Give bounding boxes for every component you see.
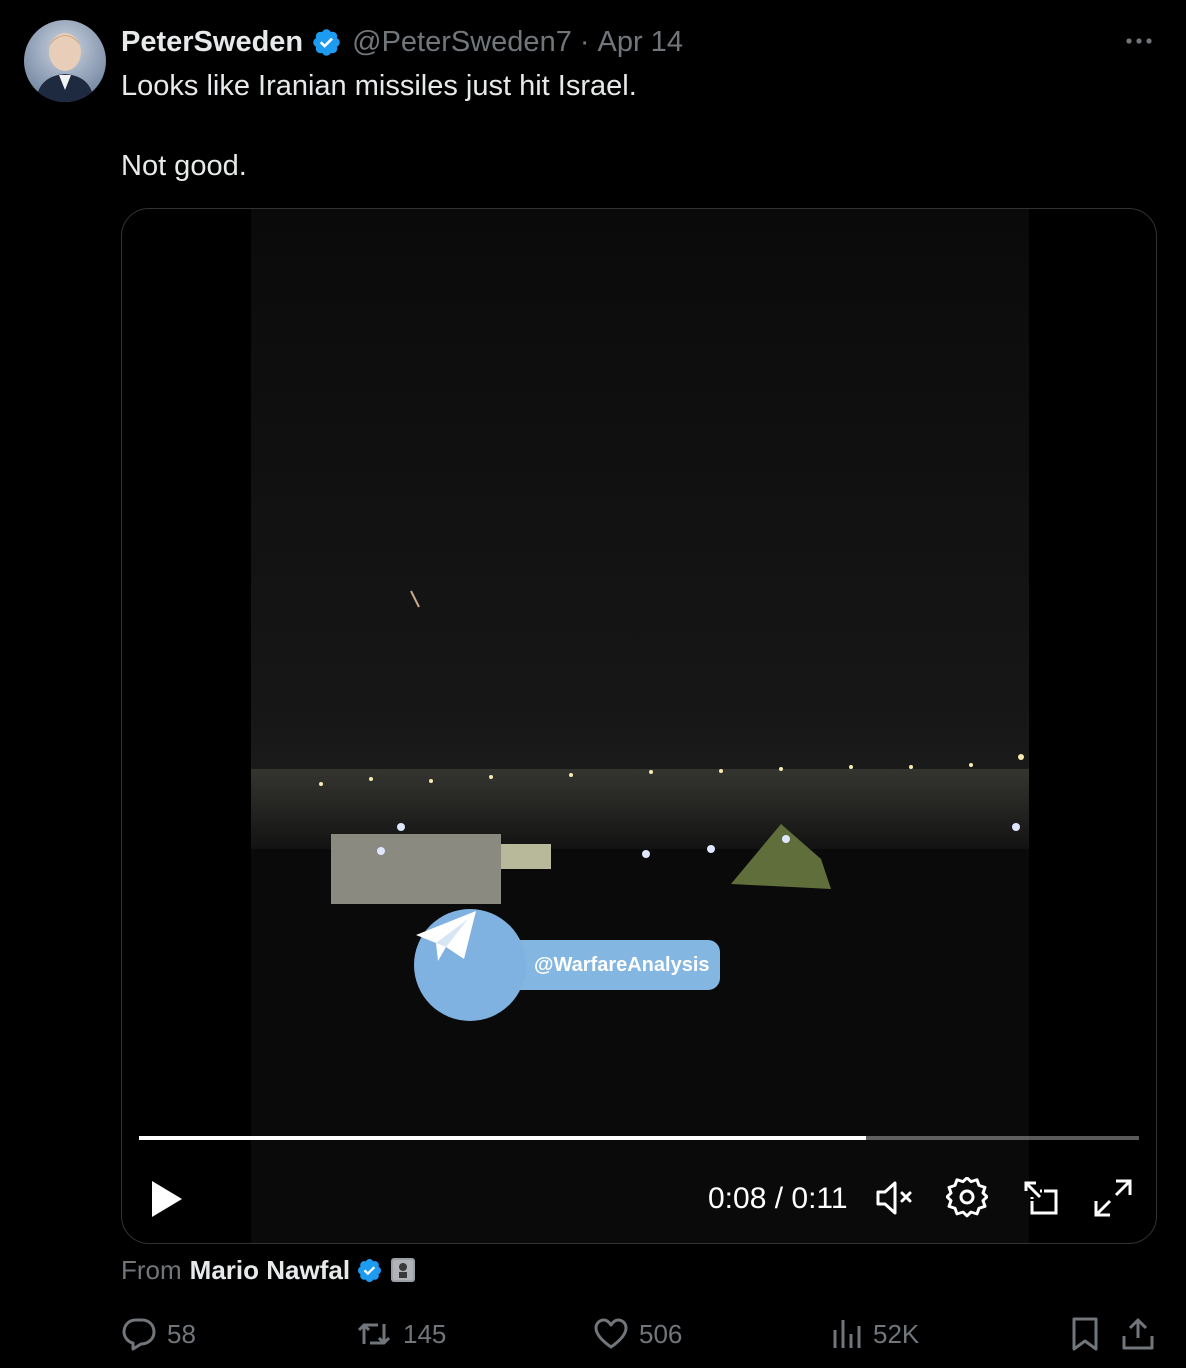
tweet-text: Looks like Iranian missiles just hit Isr… — [121, 66, 637, 186]
share-icon — [1122, 1318, 1154, 1350]
video-player[interactable]: @WarfareAnalysis 0:08 / 0:11 — [121, 208, 1157, 1244]
tweet-date[interactable]: Apr 14 — [598, 26, 683, 59]
like-count: 506 — [639, 1318, 683, 1349]
like-button[interactable]: 506 — [593, 1310, 682, 1358]
author-display-name[interactable]: PeterSweden — [121, 26, 303, 59]
tweet-header: PeterSweden @PeterSweden7 · Apr 14 — [121, 22, 683, 62]
reply-count: 58 — [167, 1318, 196, 1349]
watermark-label: @WarfareAnalysis — [496, 940, 720, 990]
telegram-icon — [414, 909, 526, 1021]
video-source-attribution: From Mario Nawfal — [121, 1252, 416, 1288]
bookmark-button[interactable] — [1068, 1310, 1112, 1358]
from-label: From — [121, 1254, 182, 1285]
repost-count: 145 — [403, 1318, 447, 1349]
reply-button[interactable]: 58 — [121, 1310, 196, 1358]
more-options-icon[interactable] — [1124, 26, 1154, 56]
repost-button[interactable]: 145 — [355, 1310, 446, 1358]
views-count: 52K — [873, 1318, 920, 1349]
share-button[interactable] — [1120, 1310, 1166, 1358]
telegram-watermark: @WarfareAnalysis — [414, 909, 720, 1021]
tweet-text-line: Not good. — [121, 150, 247, 182]
heart-icon — [594, 1318, 628, 1349]
video-progress-fill — [139, 1136, 866, 1140]
video-frame[interactable]: @WarfareAnalysis — [251, 209, 1029, 1243]
views-button[interactable]: 52K — [831, 1310, 919, 1358]
repost-icon — [357, 1323, 391, 1345]
verified-badge-icon[interactable] — [356, 1257, 383, 1284]
views-chart-icon — [833, 1320, 861, 1348]
tweet-text-line: Looks like Iranian missiles just hit Isr… — [121, 70, 637, 102]
mute-icon[interactable] — [874, 1177, 916, 1219]
tweet-actions: 58 145 506 52K — [0, 1310, 1186, 1358]
affiliate-badge-icon[interactable] — [391, 1258, 416, 1282]
video-controls: 0:08 / 0:11 — [122, 1159, 1156, 1239]
video-progress-bar[interactable] — [139, 1136, 1139, 1140]
separator-dot: · — [579, 25, 590, 58]
fullscreen-icon[interactable] — [1092, 1177, 1134, 1219]
video-time: 0:08 / 0:11 — [708, 1182, 848, 1215]
author-handle[interactable]: @PeterSweden7 — [352, 26, 572, 59]
source-author-name[interactable]: Mario Nawfal — [190, 1255, 350, 1286]
settings-gear-icon[interactable] — [946, 1177, 988, 1219]
verified-badge-icon[interactable] — [311, 27, 342, 58]
author-avatar[interactable] — [24, 20, 106, 102]
play-icon[interactable] — [150, 1179, 184, 1219]
reply-icon — [122, 1318, 156, 1351]
bookmark-icon — [1072, 1317, 1098, 1351]
picture-in-picture-icon[interactable] — [1020, 1177, 1062, 1219]
